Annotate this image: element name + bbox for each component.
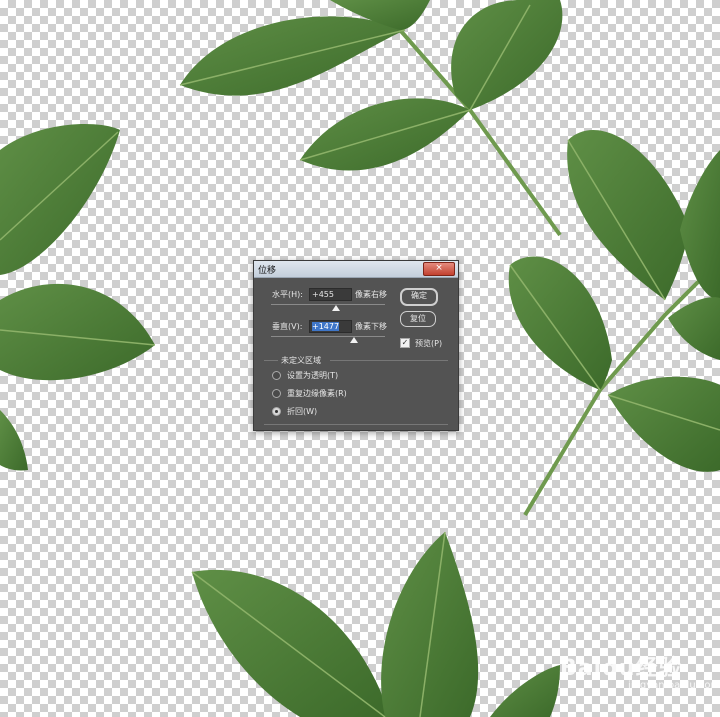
leaf — [0, 124, 155, 471]
horizontal-offset-input[interactable]: +455 — [309, 288, 352, 301]
dialog-titlebar[interactable]: 位移 × — [254, 261, 458, 278]
checkmark-icon: ✓ — [401, 338, 409, 347]
option-set-transparent-label: 设置为透明(T) — [287, 371, 339, 380]
vertical-unit-label: 像素下移 — [355, 322, 387, 331]
horizontal-slider-thumb[interactable] — [331, 305, 340, 311]
dialog-title: 位移 — [258, 266, 277, 276]
vertical-offset-value: +1477 — [312, 322, 340, 331]
undefined-area-title: 未定义区域 — [281, 356, 321, 365]
offset-dialog: 位移 × 水平(H): +455 像素右移 垂直(V): +1477 像素下移 … — [253, 260, 459, 431]
group-divider — [330, 360, 448, 361]
radio-wrap-around[interactable] — [272, 407, 281, 416]
horizontal-slider-track[interactable] — [271, 304, 385, 305]
group-divider — [264, 360, 278, 361]
vertical-offset-input[interactable]: +1477 — [309, 320, 352, 333]
option-wrap-around-label: 折回(W) — [287, 407, 318, 416]
leaf — [180, 0, 563, 171]
leaf — [192, 532, 560, 717]
horizontal-unit-label: 像素右移 — [355, 290, 387, 299]
ok-button[interactable]: 确定 — [400, 288, 438, 306]
radio-set-transparent[interactable] — [272, 371, 281, 380]
group-divider-bottom — [264, 424, 448, 425]
vertical-slider-track[interactable] — [271, 336, 385, 337]
option-repeat-edge-pixels-label: 重复边缘像素(R) — [287, 389, 347, 398]
preview-checkbox[interactable]: ✓ — [400, 338, 410, 348]
horizontal-offset-value: +455 — [312, 290, 334, 299]
horizontal-label: 水平(H): — [272, 290, 303, 299]
reset-button[interactable]: 复位 — [400, 311, 436, 327]
close-button[interactable]: × — [423, 262, 455, 276]
preview-label: 预览(P) — [415, 339, 443, 348]
vertical-label: 垂直(V): — [272, 322, 303, 331]
watermark-logo: Baidu经验 — [560, 656, 682, 681]
vertical-slider-thumb[interactable] — [350, 337, 359, 343]
watermark-url: jingyan.baidu.com — [628, 680, 720, 691]
radio-repeat-edge-pixels[interactable] — [272, 389, 281, 398]
